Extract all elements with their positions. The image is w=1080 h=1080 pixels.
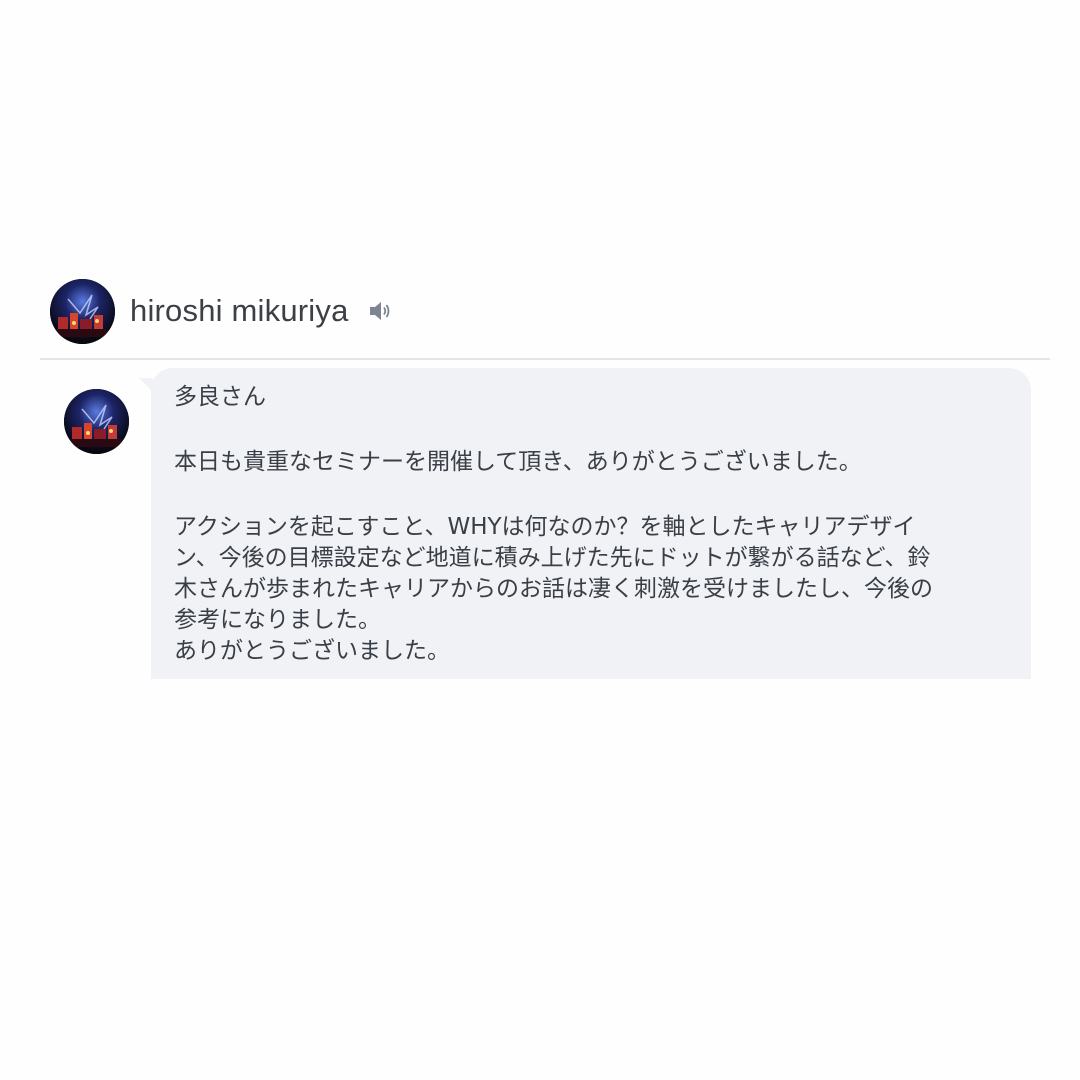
message-greeting: 多良さん	[174, 384, 266, 410]
sender-avatar[interactable]	[50, 278, 115, 344]
sender-name[interactable]: hiroshi mikuriya	[130, 293, 349, 329]
message-line: 参考になりました。	[174, 607, 381, 633]
speaker-icon[interactable]	[367, 298, 393, 324]
message-line: 木さんが歩まれたキャリアからのお話は凄く刺激を受けましたし、今後の	[174, 576, 933, 602]
message-line: アクションを起こすこと、WHYは何なのか？を軸としたキャリアデザイ	[174, 514, 916, 540]
conversation-header: hiroshi mikuriya	[50, 278, 393, 344]
message-line: ありがとうございました。	[174, 638, 450, 664]
message-sender-avatar[interactable]	[64, 389, 129, 454]
message-paragraph-1: 本日も貴重なセミナーを開催して頂き、ありがとうございました。	[174, 449, 862, 475]
message-bubble[interactable]: 多良さん 本日も貴重なセミナーを開催して頂き、ありがとうございました。 アクショ…	[151, 368, 1031, 679]
header-divider	[40, 358, 1050, 360]
message-line: ン、今後の目標設定など地道に積み上げた先にドットが繋がる話など、鈴	[174, 545, 931, 571]
chat-screen: hiroshi mikuriya 多良さん 本日も貴重なセミナーを開催して頂き、…	[0, 0, 1080, 1080]
message-avatar-wrapper	[64, 389, 129, 454]
